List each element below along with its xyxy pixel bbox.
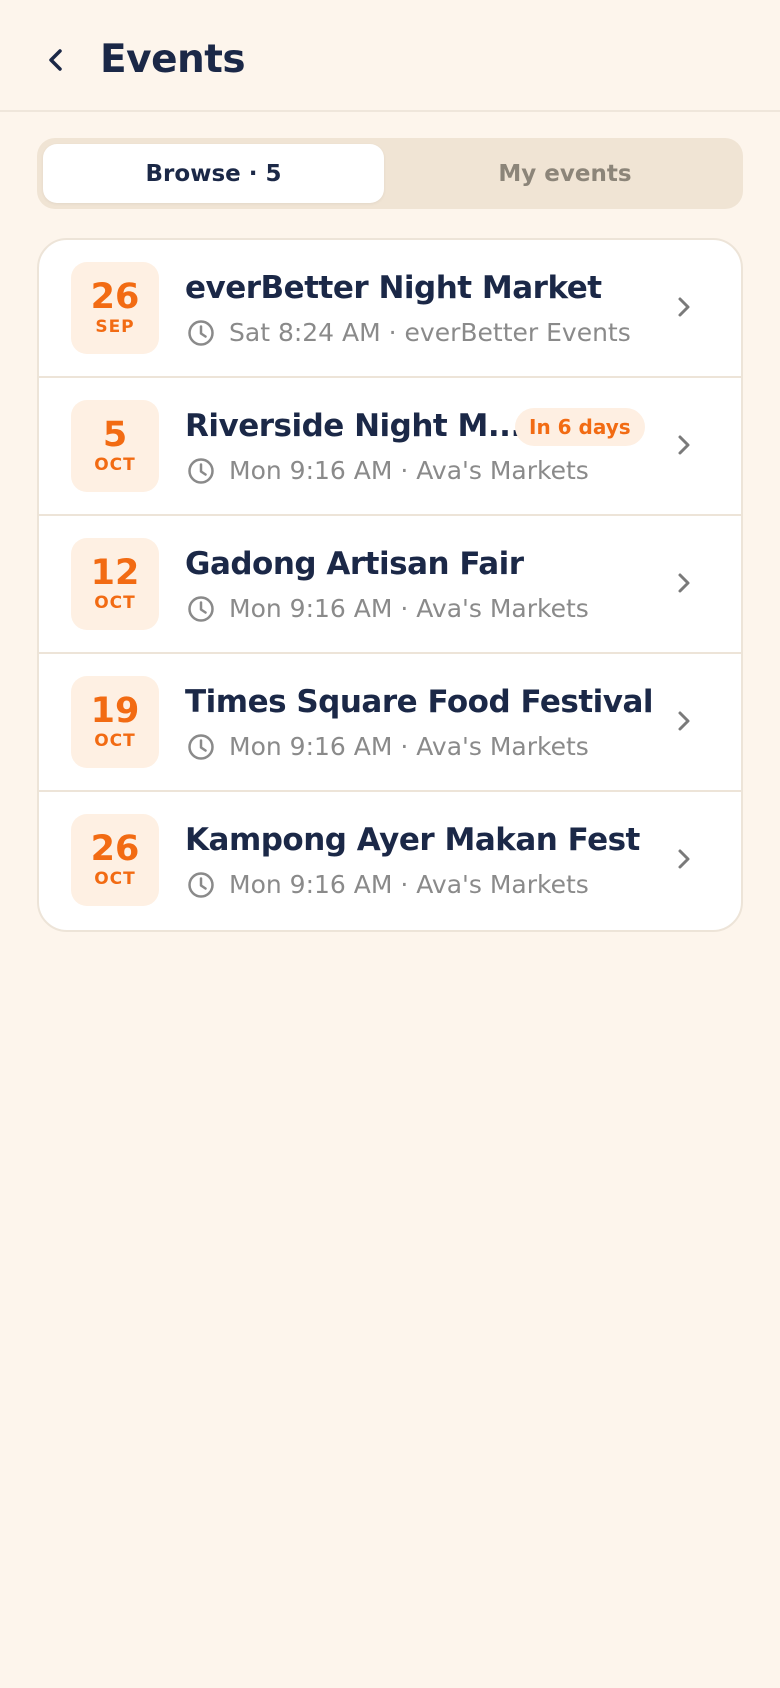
chevron-right-icon bbox=[669, 706, 699, 736]
date-badge: 5 OCT bbox=[71, 400, 159, 492]
clock-icon bbox=[187, 457, 215, 485]
event-meta: Mon 9:16 AM · Ava's Markets bbox=[187, 454, 589, 488]
date-month: OCT bbox=[94, 869, 136, 889]
clock-icon bbox=[187, 733, 215, 761]
event-title: Times Square Food Festival bbox=[185, 684, 654, 720]
event-meta: Sat 8:24 AM · everBetter Events bbox=[187, 316, 631, 350]
date-badge: 19 OCT bbox=[71, 676, 159, 768]
event-row[interactable]: 5 OCT Riverside Night M... In 6 days Mon… bbox=[39, 378, 741, 516]
event-meta-text: Sat 8:24 AM · everBetter Events bbox=[229, 318, 631, 347]
tab-browse[interactable]: Browse · 5 bbox=[43, 144, 384, 203]
date-month: SEP bbox=[95, 317, 135, 337]
chevron-right-icon bbox=[669, 844, 699, 874]
event-meta-text: Mon 9:16 AM · Ava's Markets bbox=[229, 732, 589, 761]
date-month: OCT bbox=[94, 731, 136, 751]
event-row[interactable]: 19 OCT Times Square Food Festival Mon 9:… bbox=[39, 654, 741, 792]
chevron-right-icon bbox=[669, 292, 699, 322]
event-title: everBetter Night Market bbox=[185, 270, 602, 306]
date-day: 12 bbox=[90, 553, 140, 593]
event-row[interactable]: 26 OCT Kampong Ayer Makan Fest Mon 9:16 … bbox=[39, 792, 741, 930]
page-title: Events bbox=[100, 37, 246, 82]
date-day: 19 bbox=[90, 691, 140, 731]
event-title: Kampong Ayer Makan Fest bbox=[185, 822, 640, 858]
back-button[interactable] bbox=[36, 38, 76, 82]
date-month: OCT bbox=[94, 593, 136, 613]
chevron-left-icon bbox=[49, 49, 62, 71]
date-month: OCT bbox=[94, 455, 136, 475]
status-badge: In 6 days bbox=[515, 408, 645, 446]
app-header: Events bbox=[0, 0, 780, 112]
date-badge: 26 SEP bbox=[71, 262, 159, 354]
date-badge: 26 OCT bbox=[71, 814, 159, 906]
date-day: 26 bbox=[90, 277, 140, 317]
event-meta-text: Mon 9:16 AM · Ava's Markets bbox=[229, 870, 589, 899]
event-meta-text: Mon 9:16 AM · Ava's Markets bbox=[229, 594, 589, 623]
chevron-right-icon bbox=[669, 430, 699, 460]
event-meta: Mon 9:16 AM · Ava's Markets bbox=[187, 868, 589, 902]
clock-icon bbox=[187, 871, 215, 899]
tab-my-events[interactable]: My events bbox=[393, 144, 737, 203]
date-badge: 12 OCT bbox=[71, 538, 159, 630]
date-day: 5 bbox=[102, 415, 128, 455]
date-day: 26 bbox=[90, 829, 140, 869]
event-meta: Mon 9:16 AM · Ava's Markets bbox=[187, 730, 589, 764]
event-title: Gadong Artisan Fair bbox=[185, 546, 524, 582]
chevron-right-icon bbox=[669, 568, 699, 598]
event-meta-text: Mon 9:16 AM · Ava's Markets bbox=[229, 456, 589, 485]
segmented-control: Browse · 5 My events bbox=[37, 138, 743, 209]
event-row[interactable]: 26 SEP everBetter Night Market Sat 8:24 … bbox=[39, 240, 741, 378]
event-row[interactable]: 12 OCT Gadong Artisan Fair Mon 9:16 AM ·… bbox=[39, 516, 741, 654]
events-list: 26 SEP everBetter Night Market Sat 8:24 … bbox=[37, 238, 743, 932]
clock-icon bbox=[187, 595, 215, 623]
event-meta: Mon 9:16 AM · Ava's Markets bbox=[187, 592, 589, 626]
event-title: Riverside Night M... bbox=[185, 408, 522, 444]
clock-icon bbox=[187, 319, 215, 347]
